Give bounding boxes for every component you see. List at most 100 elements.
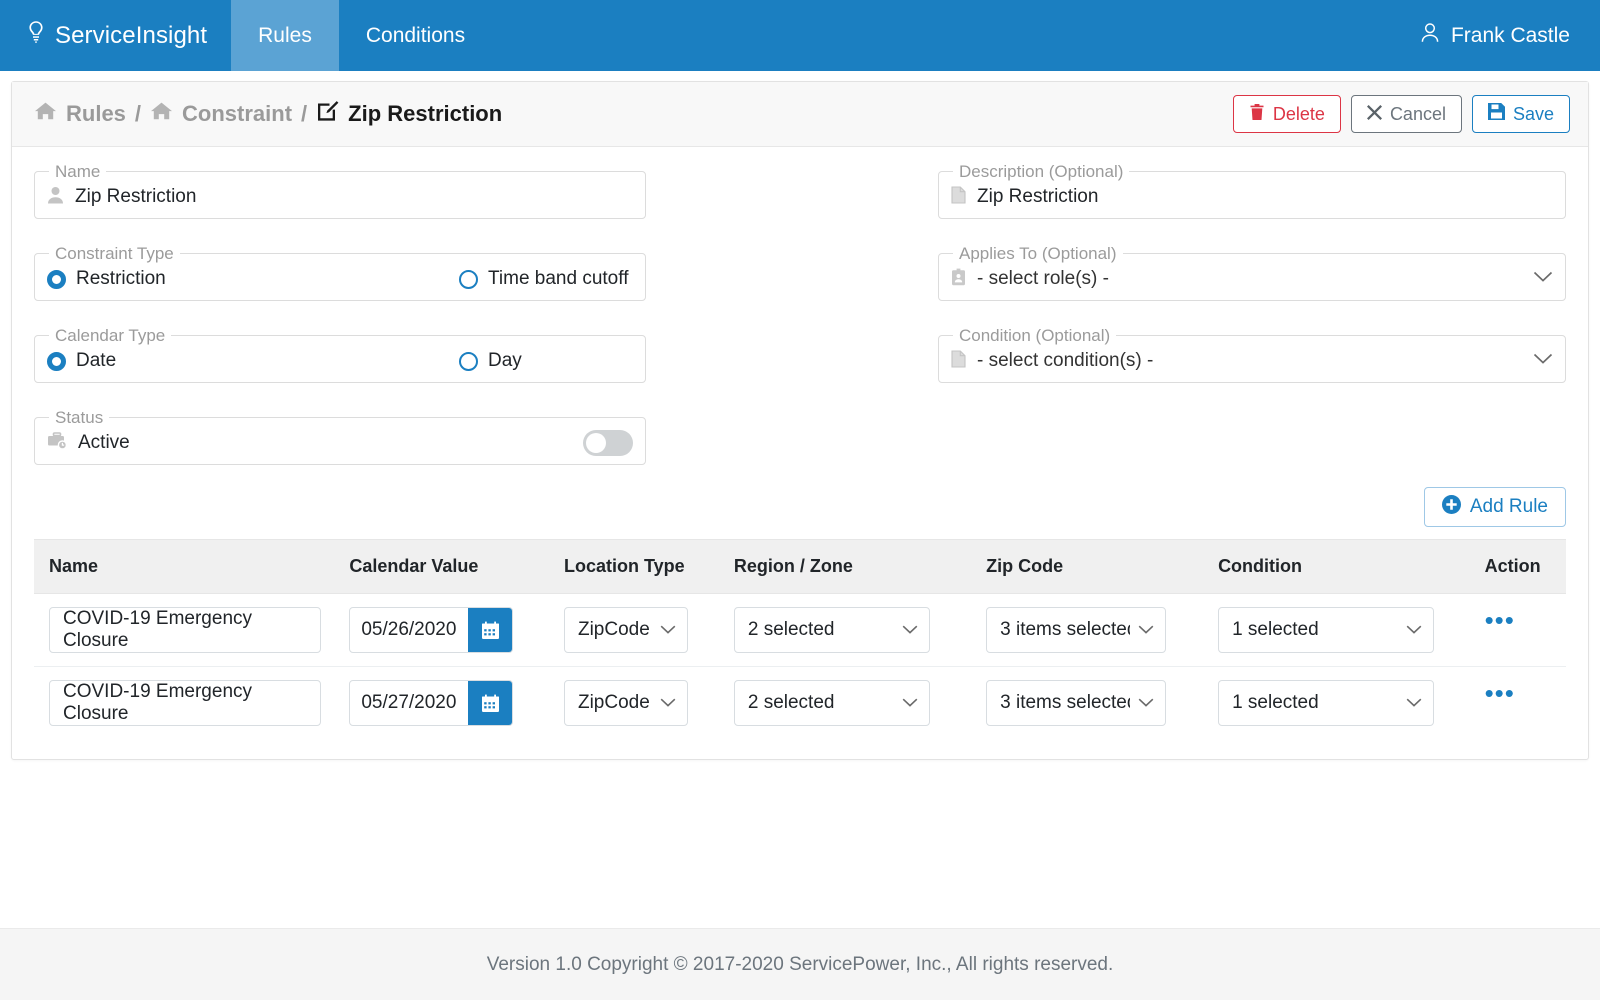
calendar-icon[interactable] <box>468 681 513 725</box>
constraint-card: Rules / Constraint / Zip Restriction Del… <box>11 81 1589 760</box>
rule-name-input[interactable]: COVID-19 Emergency Closure <box>49 607 321 653</box>
user-menu[interactable]: Frank Castle <box>1420 0 1600 71</box>
chevron-down-icon[interactable] <box>1533 352 1553 370</box>
breadcrumb-item-constraint[interactable]: Constraint <box>182 101 292 127</box>
rule-date-input[interactable]: 05/27/2020 <box>350 681 468 725</box>
radio-calendar-day-label: Day <box>488 350 522 371</box>
radio-constraint-restriction[interactable]: Restriction <box>47 268 459 290</box>
radio-calendar-date[interactable]: Date <box>47 350 459 372</box>
radio-calendar-date-label: Date <box>76 350 117 371</box>
rule-date-field: 05/26/2020 <box>349 607 514 653</box>
rule-date-input[interactable]: 05/26/2020 <box>350 608 468 652</box>
breadcrumb-separator-1: / <box>134 101 142 126</box>
cancel-button[interactable]: Cancel <box>1350 95 1462 133</box>
calendar-icon[interactable] <box>468 608 513 652</box>
save-button-label: Save <box>1512 103 1554 124</box>
table-header-row: Name Calendar Value Location Type Region… <box>34 539 1566 594</box>
ellipsis-icon[interactable]: ••• <box>1485 607 1566 633</box>
radio-icon-unselected <box>459 351 478 371</box>
constraint-type-field: Constraint Type Restriction Time band cu… <box>34 245 646 301</box>
brand-logo[interactable]: ServiceInsight <box>0 0 231 71</box>
cell-location-type: ZipCode <box>563 593 734 667</box>
cancel-button-label: Cancel <box>1389 103 1446 124</box>
footer-copyright: Version 1.0 Copyright © 2017-2020 Servic… <box>486 953 1114 975</box>
cell-zip-code: 3 items selected <box>986 667 1218 740</box>
table-row: COVID-19 Emergency Closure 05/26/2020 Zi… <box>34 593 1566 667</box>
nav-tab-rules[interactable]: Rules <box>231 0 339 71</box>
card-body: Name Zip Restriction Constraint Type Res… <box>12 147 1588 759</box>
document-icon <box>951 185 966 209</box>
cell-name: COVID-19 Emergency Closure <box>34 667 349 740</box>
user-icon <box>1420 22 1440 50</box>
add-rule-button[interactable]: Add Rule <box>1423 487 1566 527</box>
condition-select[interactable]: 1 selected <box>1218 680 1435 726</box>
location-type-select[interactable]: ZipCode <box>563 680 688 726</box>
cell-location-type: ZipCode <box>563 667 734 740</box>
radio-icon-selected <box>47 269 66 289</box>
chevron-down-icon <box>894 692 918 714</box>
condition-select[interactable]: - select condition(s) - <box>977 350 1153 372</box>
save-button[interactable]: Save <box>1471 95 1570 133</box>
column-header-action: Action <box>1484 539 1566 594</box>
description-input[interactable]: Zip Restriction <box>977 186 1098 208</box>
top-navbar: ServiceInsight Rules Conditions Frank Ca… <box>0 0 1600 71</box>
nav-tab-conditions[interactable]: Conditions <box>339 0 492 71</box>
lightbulb-icon <box>26 20 46 51</box>
applies-to-legend: Applies To (Optional) <box>959 244 1117 263</box>
save-floppy-icon <box>1487 103 1505 125</box>
zip-code-select[interactable]: 3 items selected <box>986 680 1167 726</box>
cell-action: ••• <box>1485 667 1566 740</box>
chevron-down-icon <box>1130 692 1154 714</box>
region-zone-select[interactable]: 2 selected <box>733 680 930 726</box>
cell-zip-code: 3 items selected <box>986 593 1219 667</box>
breadcrumb-item-rules[interactable]: Rules <box>66 101 126 127</box>
radio-constraint-timeband-label: Time band cutoff <box>488 268 629 289</box>
condition-value: 1 selected <box>1232 692 1319 713</box>
ellipsis-icon[interactable]: ••• <box>1485 680 1566 706</box>
column-header-region-zone: Region / Zone <box>733 539 987 594</box>
delete-button[interactable]: Delete <box>1232 95 1341 133</box>
zip-code-value: 3 items selected <box>1000 619 1131 640</box>
chevron-down-icon <box>1130 619 1154 641</box>
cell-name: COVID-19 Emergency Closure <box>34 593 350 667</box>
user-name: Frank Castle <box>1450 23 1570 47</box>
rule-name-input[interactable]: COVID-19 Emergency Closure <box>49 680 321 726</box>
rules-table: Name Calendar Value Location Type Region… <box>34 539 1566 739</box>
zip-code-value: 3 items selected <box>1000 692 1131 713</box>
applies-to-select[interactable]: - select role(s) - <box>977 268 1109 290</box>
cell-condition: 1 selected <box>1218 667 1485 740</box>
calendar-type-legend: Calendar Type <box>55 326 166 345</box>
cell-calendar-value: 05/26/2020 <box>349 593 564 667</box>
header-actions: Delete Cancel Save <box>1232 95 1570 133</box>
radio-constraint-timeband[interactable]: Time band cutoff <box>459 268 628 290</box>
brand-label: ServiceInsight <box>55 21 208 49</box>
status-legend: Status <box>55 408 104 427</box>
rules-table-head: Name Calendar Value Location Type Region… <box>34 539 1566 594</box>
condition-select[interactable]: 1 selected <box>1218 607 1435 653</box>
add-rule-row: Add Rule <box>34 487 1566 527</box>
chevron-down-icon <box>652 692 676 714</box>
region-zone-select[interactable]: 2 selected <box>733 607 930 653</box>
trash-icon <box>1249 103 1265 126</box>
card-header: Rules / Constraint / Zip Restriction Del… <box>12 82 1588 147</box>
cell-region-zone: 2 selected <box>733 667 986 740</box>
location-type-value: ZipCode <box>577 619 650 640</box>
status-label: Active <box>78 432 130 453</box>
radio-icon-unselected <box>459 269 478 289</box>
status-toggle[interactable] <box>583 430 633 456</box>
location-type-select[interactable]: ZipCode <box>563 607 688 653</box>
applies-to-field: Applies To (Optional) - select role(s) - <box>938 245 1566 301</box>
zip-code-select[interactable]: 3 items selected <box>986 607 1167 653</box>
condition-value: 1 selected <box>1232 619 1319 640</box>
name-input[interactable]: Zip Restriction <box>75 186 196 208</box>
column-header-location-type: Location Type <box>563 539 734 594</box>
chevron-down-icon[interactable] <box>1533 270 1553 288</box>
column-header-zip-code: Zip Code <box>986 539 1219 594</box>
user-icon <box>47 186 64 209</box>
page-title: Zip Restriction <box>348 101 503 126</box>
radio-calendar-day[interactable]: Day <box>459 350 522 372</box>
document-icon <box>951 349 966 373</box>
chevron-down-icon <box>652 619 676 641</box>
cell-region-zone: 2 selected <box>733 593 987 667</box>
briefcase-clock-icon <box>47 431 68 455</box>
